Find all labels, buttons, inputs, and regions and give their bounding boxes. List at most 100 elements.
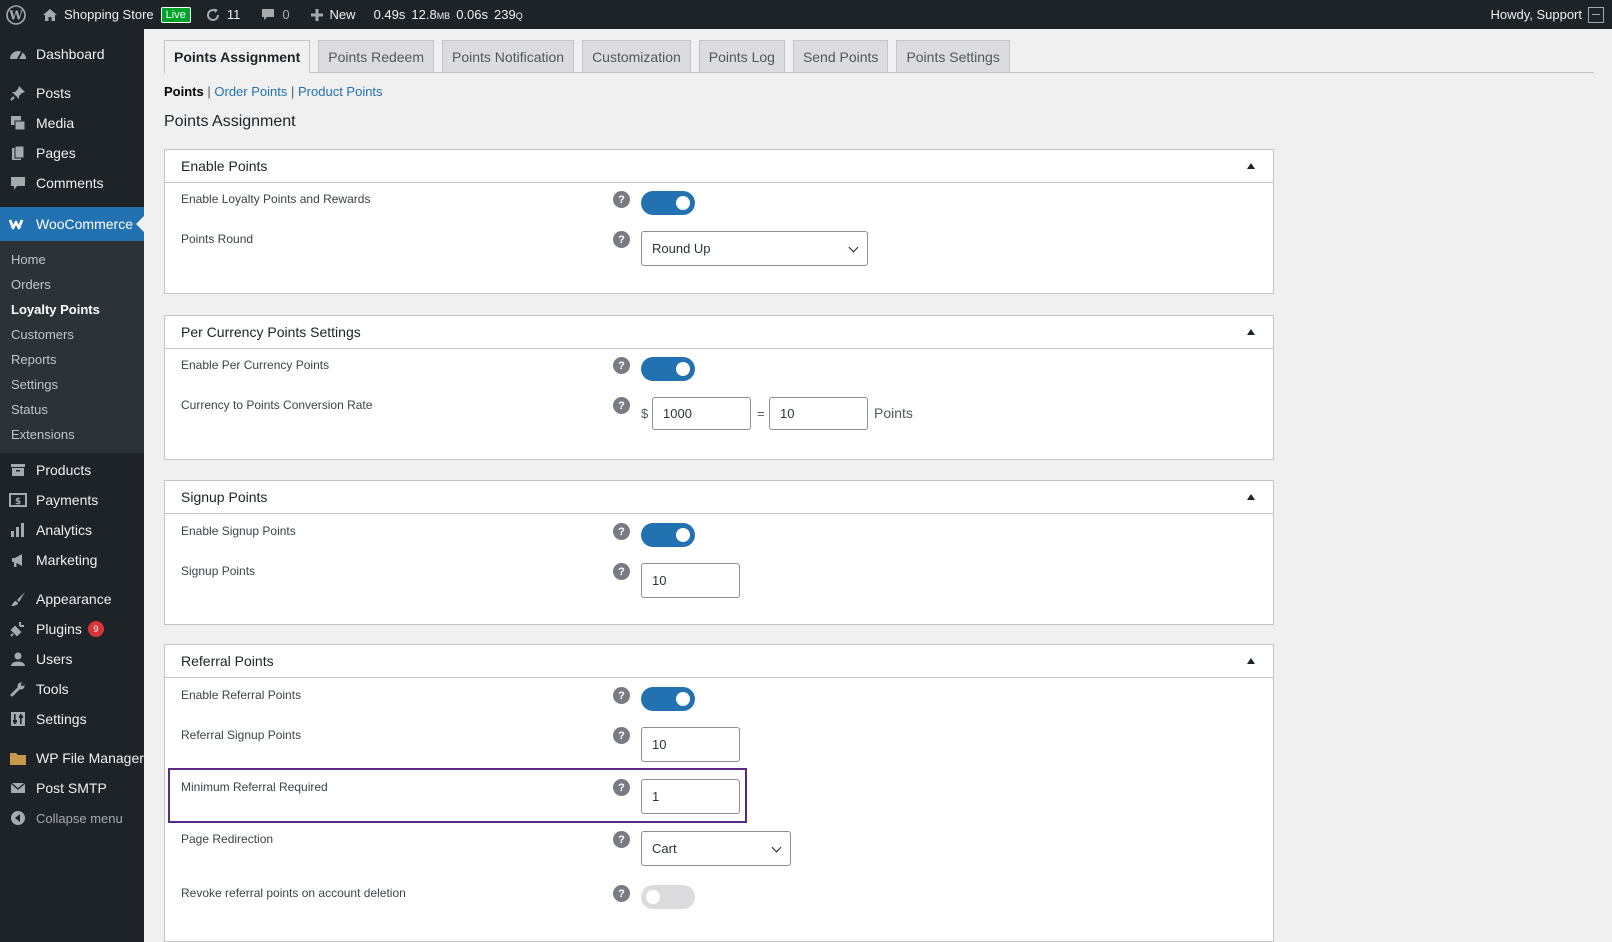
section-title: Referral Points <box>181 653 274 669</box>
subnav-order-points[interactable]: Order Points <box>214 84 287 99</box>
menu-payments[interactable]: $ Payments <box>0 485 144 515</box>
currency-amount-input[interactable]: 1000 <box>652 397 751 430</box>
subnav-points[interactable]: Points <box>164 84 204 99</box>
settings-sliders-icon <box>8 709 28 729</box>
page-title: Points Assignment <box>164 113 296 130</box>
help-icon[interactable]: ? <box>613 885 630 902</box>
help-icon[interactable]: ? <box>613 357 630 374</box>
help-icon[interactable]: ? <box>613 191 630 208</box>
min-referral-input[interactable]: 1 <box>641 779 740 814</box>
menu-tools[interactable]: Tools <box>0 674 144 704</box>
query-monitor[interactable]: 0.49s 12.8MB 0.06s 239Q <box>362 0 535 29</box>
menu-dashboard[interactable]: Dashboard <box>0 39 144 69</box>
menu-marketing[interactable]: Marketing <box>0 545 144 575</box>
section-header[interactable]: Referral Points <box>165 645 1273 678</box>
menu-appearance[interactable]: Appearance <box>0 584 144 614</box>
menu-pages[interactable]: Pages <box>0 138 144 168</box>
enable-loyalty-toggle[interactable] <box>641 191 695 215</box>
signup-points-input[interactable]: 10 <box>641 563 740 598</box>
submenu-reports[interactable]: Reports <box>0 347 144 372</box>
updates-link[interactable]: 11 <box>197 0 247 29</box>
menu-wp-file-manager[interactable]: WP File Manager <box>0 743 144 773</box>
pages-icon <box>8 143 28 163</box>
qm-time: 0.49s <box>373 7 406 22</box>
menu-users[interactable]: Users <box>0 644 144 674</box>
enable-signup-toggle[interactable] <box>641 523 695 547</box>
menu-plugins-label: Plugins <box>36 621 82 637</box>
menu-post-smtp[interactable]: Post SMTP <box>0 773 144 803</box>
points-amount-input[interactable]: 10 <box>769 397 868 430</box>
submenu-settings[interactable]: Settings <box>0 372 144 397</box>
points-round-select[interactable]: Round Up <box>641 231 868 266</box>
help-icon[interactable]: ? <box>613 231 630 248</box>
menu-plugins[interactable]: Plugins 9 <box>0 614 144 644</box>
subnav-product-points[interactable]: Product Points <box>298 84 383 99</box>
help-icon[interactable]: ? <box>613 563 630 580</box>
tab-points-settings[interactable]: Points Settings <box>896 40 1010 72</box>
tab-points-redeem[interactable]: Points Redeem <box>318 40 434 72</box>
menu-posts[interactable]: Posts <box>0 78 144 108</box>
menu-post-smtp-label: Post SMTP <box>36 780 107 796</box>
section-header[interactable]: Signup Points <box>165 481 1273 514</box>
help-icon[interactable]: ? <box>613 397 630 414</box>
menu-products[interactable]: Products <box>0 455 144 485</box>
avatar[interactable] <box>1588 6 1604 23</box>
menu-woocommerce[interactable]: WooCommerce <box>0 207 144 241</box>
submenu-customers[interactable]: Customers <box>0 322 144 347</box>
help-icon[interactable]: ? <box>613 779 630 796</box>
menu-comments[interactable]: Comments <box>0 168 144 198</box>
collapse-caret-icon[interactable] <box>1247 163 1255 169</box>
tab-send-points[interactable]: Send Points <box>792 40 889 72</box>
paintbrush-icon <box>8 589 28 609</box>
new-content-link[interactable]: New <box>296 0 362 29</box>
page-redirection-select[interactable]: Cart <box>641 831 791 866</box>
help-icon[interactable]: ? <box>613 687 630 704</box>
menu-media[interactable]: Media <box>0 108 144 138</box>
referral-signup-input[interactable]: 10 <box>641 727 740 762</box>
submenu-home[interactable]: Home <box>0 247 144 272</box>
tab-points-log[interactable]: Points Log <box>698 40 785 72</box>
menu-appearance-label: Appearance <box>36 591 112 607</box>
help-icon[interactable]: ? <box>613 727 630 744</box>
tab-points-notification[interactable]: Points Notification <box>442 40 575 72</box>
admin-sidebar: Dashboard Posts Media Pages Comments Woo… <box>0 29 144 942</box>
section-header[interactable]: Enable Points <box>165 150 1273 183</box>
new-label: New <box>329 7 356 22</box>
comments-icon <box>8 173 28 193</box>
enable-referral-toggle[interactable] <box>641 687 695 711</box>
tab-customization[interactable]: Customization <box>582 40 691 72</box>
enable-loyalty-label: Enable Loyalty Points and Rewards <box>181 192 371 206</box>
submenu-orders[interactable]: Orders <box>0 272 144 297</box>
menu-analytics[interactable]: Analytics <box>0 515 144 545</box>
tab-points-assignment[interactable]: Points Assignment <box>164 40 311 73</box>
user-icon <box>8 649 28 669</box>
site-name-link[interactable]: Shopping Store Live <box>32 0 197 29</box>
signup-points-section: Signup Points Enable Signup Points ? Sig… <box>164 480 1274 625</box>
section-title: Per Currency Points Settings <box>181 324 361 340</box>
help-icon[interactable]: ? <box>613 831 630 848</box>
wordpress-icon: W <box>6 4 26 25</box>
svg-text:$: $ <box>15 497 21 507</box>
collapse-caret-icon[interactable] <box>1247 658 1255 664</box>
menu-comments-label: Comments <box>36 175 104 191</box>
qm-db-time: 0.06s <box>456 7 488 22</box>
revoke-referral-toggle[interactable] <box>641 885 695 909</box>
collapse-menu-button[interactable]: Collapse menu <box>0 803 144 833</box>
envelope-icon <box>8 778 28 798</box>
menu-woocommerce-label: WooCommerce <box>36 216 133 232</box>
help-icon[interactable]: ? <box>613 523 630 540</box>
menu-users-label: Users <box>36 651 73 667</box>
section-header[interactable]: Per Currency Points Settings <box>165 316 1273 349</box>
comments-link[interactable]: 0 <box>246 0 295 29</box>
menu-settings[interactable]: Settings <box>0 704 144 734</box>
wordpress-logo[interactable]: W <box>0 0 32 29</box>
submenu-status[interactable]: Status <box>0 397 144 422</box>
collapse-caret-icon[interactable] <box>1247 494 1255 500</box>
enable-per-currency-toggle[interactable] <box>641 357 695 381</box>
updates-icon <box>205 7 221 23</box>
howdy-greeting[interactable]: Howdy, Support <box>1490 7 1582 22</box>
submenu-extensions[interactable]: Extensions <box>0 422 144 447</box>
collapse-caret-icon[interactable] <box>1247 329 1255 335</box>
live-badge: Live <box>160 6 191 23</box>
submenu-loyalty-points[interactable]: Loyalty Points <box>0 297 144 322</box>
